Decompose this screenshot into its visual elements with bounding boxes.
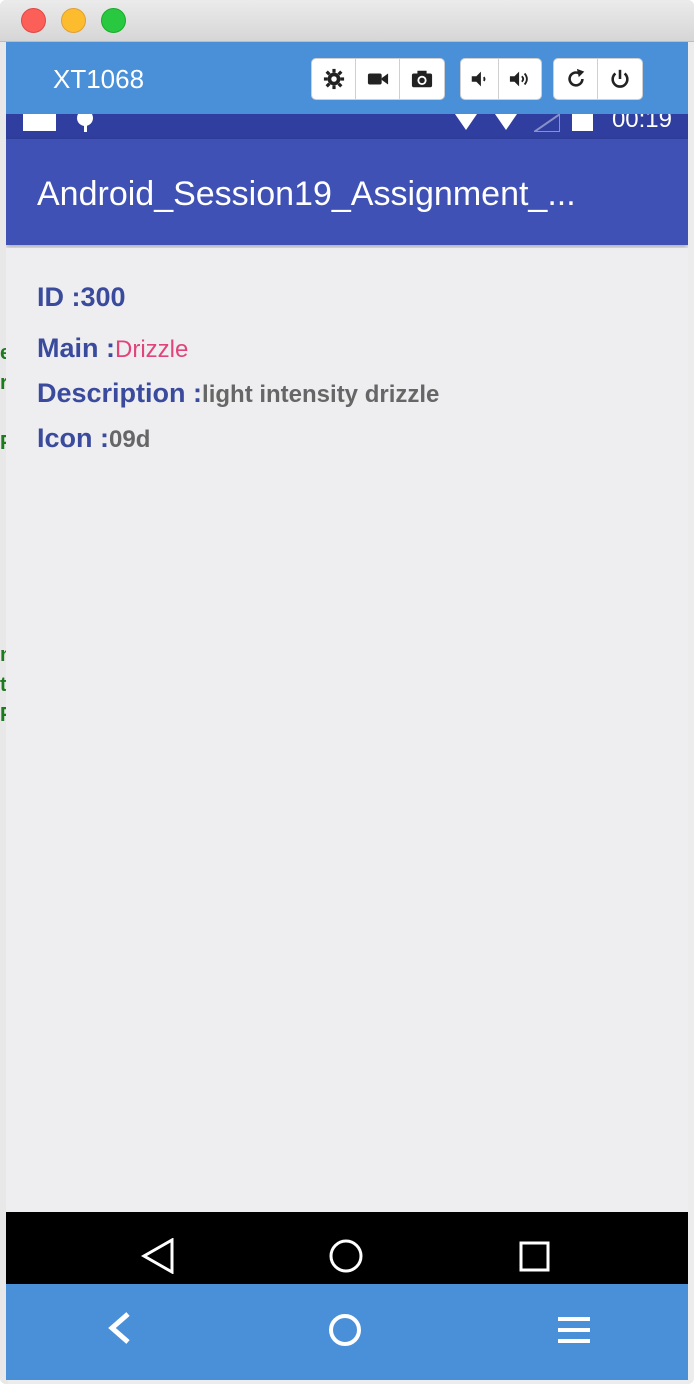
main-value: Drizzle	[115, 336, 189, 363]
device-frame: XT1068 00:19 Android_Session19_Assignmen…	[6, 42, 688, 1380]
volume-down-button[interactable]	[461, 59, 499, 99]
id-value: 300	[80, 282, 126, 312]
back-triangle-icon[interactable]	[140, 1238, 176, 1274]
icon-value: 09d	[109, 426, 151, 453]
emulator-toolbar: XT1068	[6, 42, 688, 114]
screenshot-button[interactable]	[400, 59, 444, 99]
gear-icon	[323, 68, 344, 90]
volume-up-icon	[509, 71, 528, 87]
power-button[interactable]	[598, 59, 642, 99]
record-video-button[interactable]	[356, 59, 400, 99]
rotate-button[interactable]	[554, 59, 598, 99]
weather-main-row: Main :Drizzle	[37, 333, 188, 364]
device-tools-group	[311, 58, 445, 100]
volume-group	[460, 58, 542, 100]
menu-icon[interactable]	[556, 1314, 592, 1346]
close-window-button[interactable]	[21, 8, 46, 33]
main-label: Main :	[37, 333, 115, 363]
weather-description-row: Description :light intensity drizzle	[37, 378, 439, 409]
app-title: Android_Session19_Assignment_...	[37, 175, 576, 213]
maximize-window-button[interactable]	[101, 8, 126, 33]
power-group	[553, 58, 643, 100]
home-circle-icon[interactable]	[328, 1238, 364, 1274]
description-label: Description :	[37, 378, 203, 408]
id-label: ID :	[37, 282, 81, 312]
power-icon	[611, 69, 629, 88]
android-status-bar: 00:19	[6, 114, 688, 139]
location-icon-stem	[84, 124, 87, 132]
signal-icon	[495, 114, 517, 130]
minimize-window-button[interactable]	[61, 8, 86, 33]
icon-label: Icon :	[37, 423, 109, 453]
notification-icon	[23, 114, 56, 131]
wifi-icon	[455, 114, 477, 130]
camera-icon	[411, 70, 433, 88]
battery-icon	[572, 114, 593, 131]
description-value: light intensity drizzle	[202, 381, 440, 408]
status-time: 00:19	[611, 114, 672, 133]
home-circle-icon[interactable]	[327, 1312, 363, 1348]
app-bar: Android_Session19_Assignment_...	[6, 139, 688, 245]
emulator-window: e r P n t P XT1068 00:19 Android_Session…	[0, 0, 694, 1384]
recents-square-icon[interactable]	[518, 1240, 552, 1274]
cellular-icon	[534, 114, 560, 132]
weather-icon-row: Icon :09d	[37, 423, 150, 454]
weather-details: ID :300 Main :Drizzle Description :light…	[6, 248, 688, 1212]
weather-id-row: ID :300	[37, 282, 126, 313]
window-titlebar	[0, 0, 694, 42]
volume-down-icon	[471, 71, 485, 87]
volume-up-button[interactable]	[499, 59, 541, 99]
settings-button[interactable]	[312, 59, 356, 99]
video-camera-icon	[367, 73, 388, 85]
device-name: XT1068	[53, 64, 145, 94]
emulator-bottom-bar	[6, 1284, 688, 1380]
rotate-icon	[567, 68, 584, 87]
android-navigation-bar	[6, 1212, 688, 1284]
chevron-left-icon[interactable]	[104, 1311, 136, 1345]
